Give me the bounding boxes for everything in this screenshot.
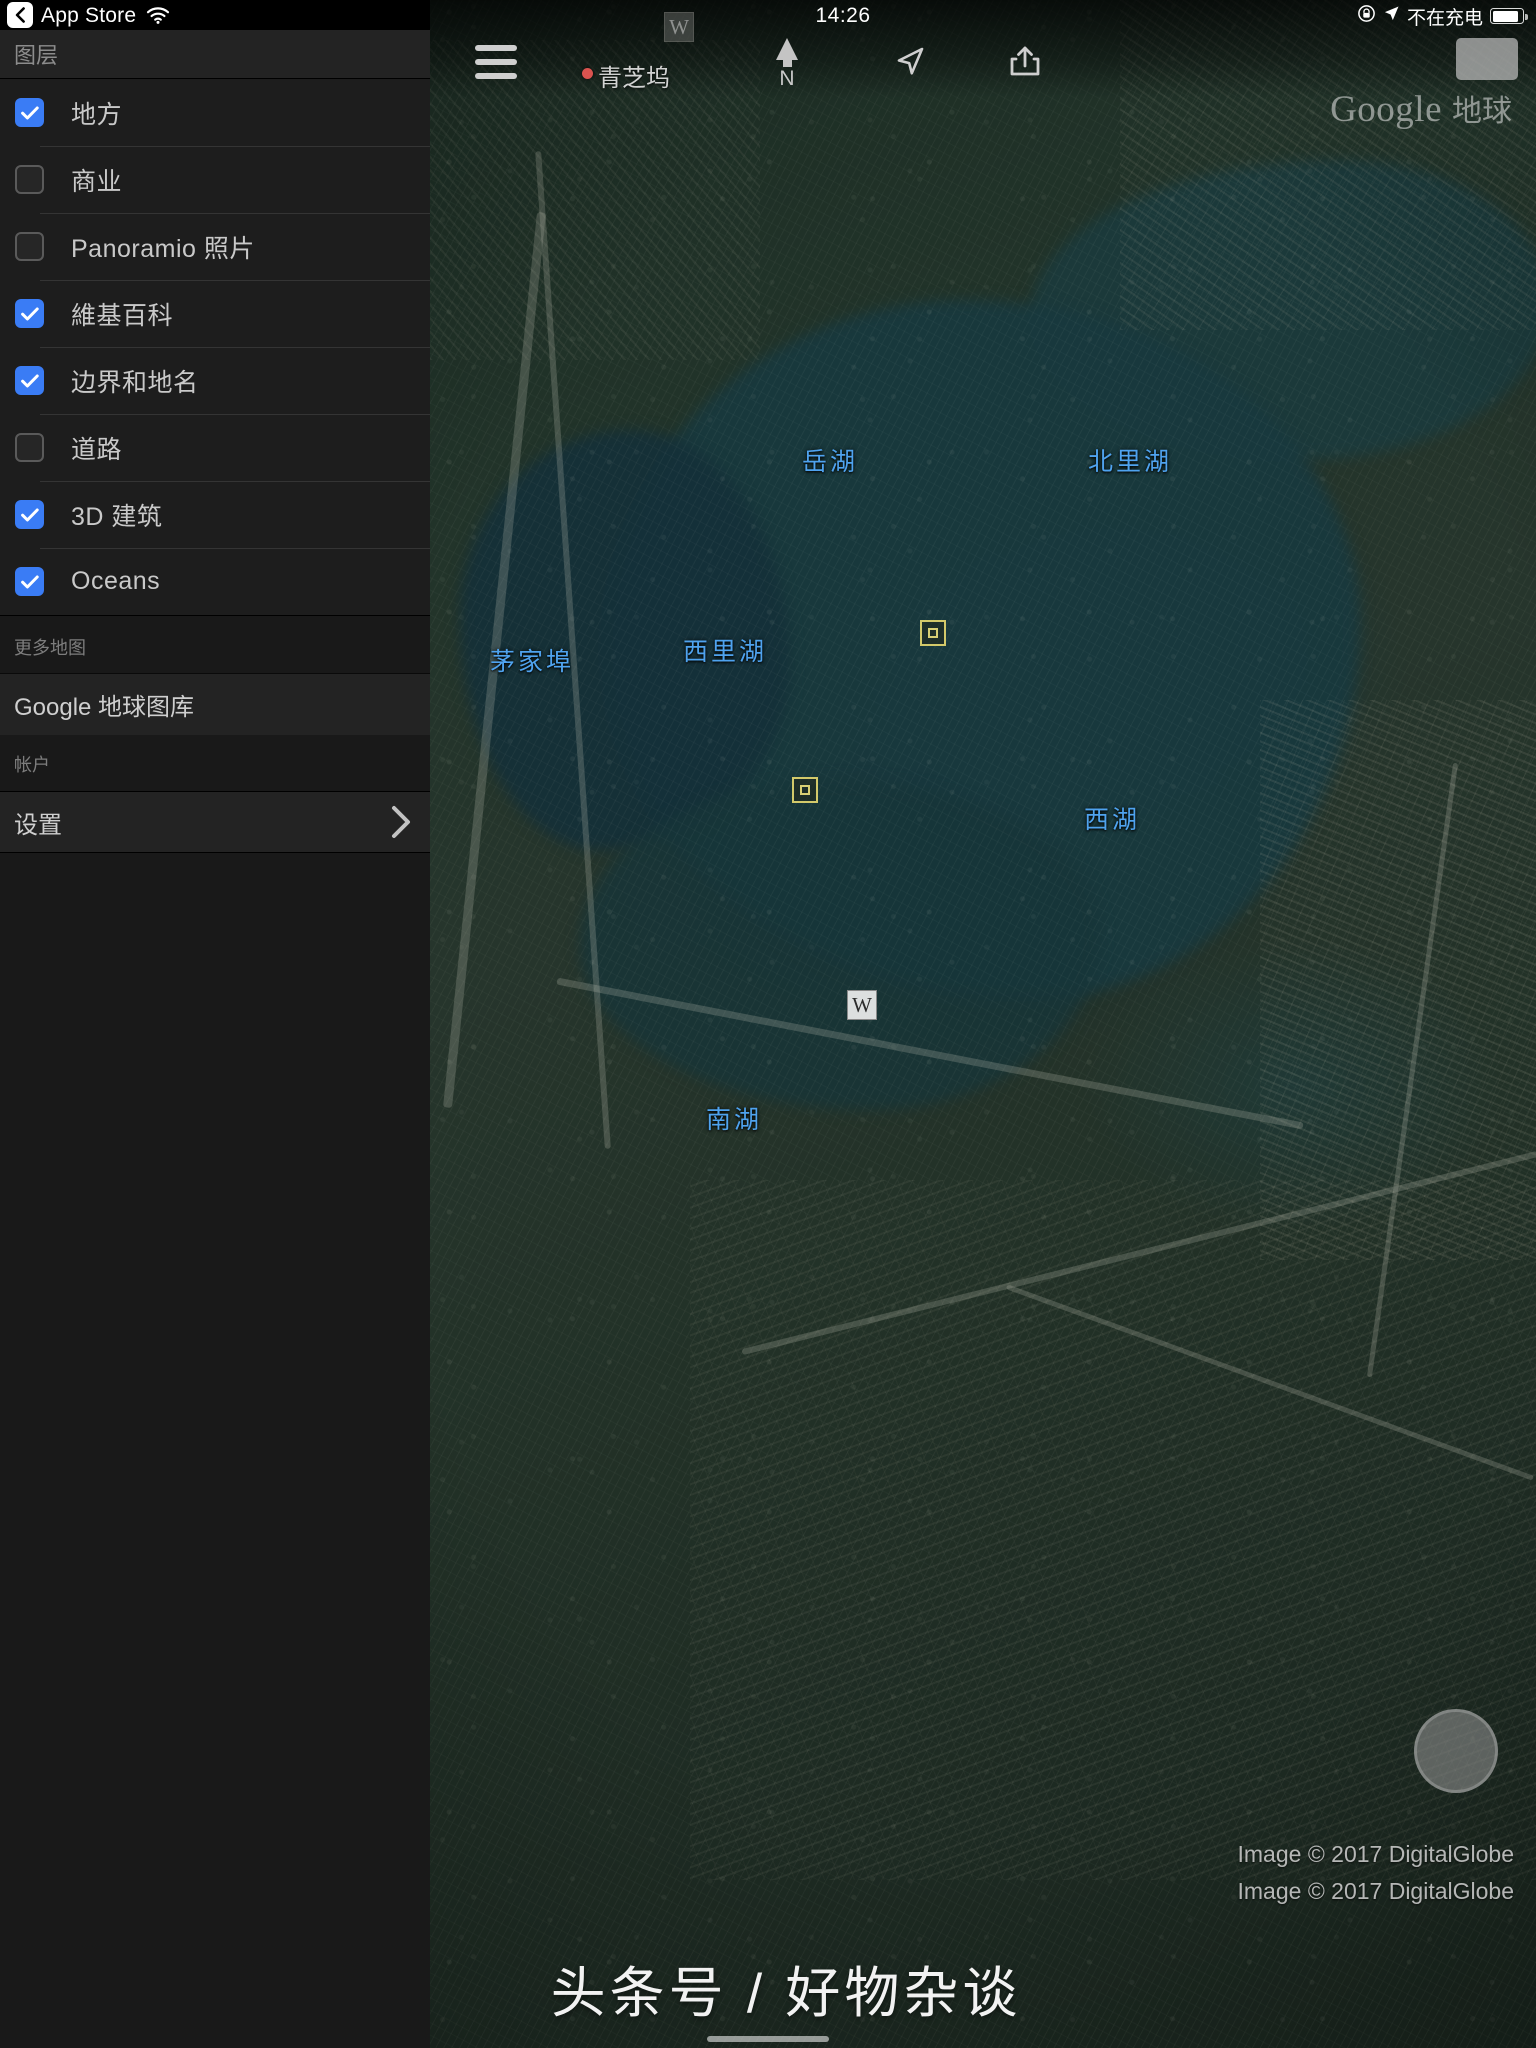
- charging-status-text: 不在充电: [1406, 7, 1483, 29]
- checkbox-places[interactable]: [15, 98, 44, 127]
- layer-row-borders-labels[interactable]: 边界和地名: [0, 347, 430, 414]
- map-label-beilihu: 北里湖: [1088, 448, 1173, 476]
- gallery-title: Google 地球图库: [14, 694, 195, 721]
- checkbox-borders-labels[interactable]: [15, 366, 44, 395]
- account-note: 帐户: [0, 735, 430, 791]
- layer-row-oceans[interactable]: Oceans: [0, 548, 430, 615]
- drawer-empty-space: [0, 853, 430, 2048]
- map-label-yuehu: 岳湖: [802, 448, 859, 476]
- layer-label: Panoramio 照片: [71, 234, 255, 263]
- map-label-xihu: 西湖: [1084, 806, 1141, 834]
- checkbox-oceans[interactable]: [15, 567, 44, 596]
- account-button[interactable]: [1456, 38, 1518, 80]
- drawer-header: 图层: [0, 30, 430, 79]
- tilt-joystick-control[interactable]: [1414, 1709, 1498, 1793]
- poi-marker-icon[interactable]: [792, 777, 818, 803]
- layer-row-3d-buildings[interactable]: 3D 建筑: [0, 481, 430, 548]
- publisher-watermark: 头条号 / 好物杂谈: [550, 1962, 1022, 2024]
- settings-row[interactable]: 设置: [0, 791, 430, 853]
- navigation-arrow-icon[interactable]: [885, 38, 935, 86]
- map-label-nanhu: 南湖: [706, 1106, 763, 1134]
- layer-row-panoramio[interactable]: Panoramio 照片: [0, 213, 430, 280]
- chevron-right-icon: [390, 805, 412, 839]
- layer-row-wikipedia[interactable]: 維基百科: [0, 280, 430, 347]
- location-arrow-icon: [1383, 5, 1400, 28]
- chevron-left-icon[interactable]: [7, 2, 33, 28]
- layer-label: Oceans: [71, 567, 161, 595]
- checkbox-business[interactable]: [15, 165, 44, 194]
- compass-north-icon[interactable]: N: [760, 34, 814, 92]
- wifi-icon: [146, 6, 170, 24]
- layer-label: 商业: [71, 167, 123, 196]
- checkbox-wikipedia[interactable]: [15, 299, 44, 328]
- rotation-lock-icon: [1357, 4, 1376, 29]
- app-screen: App Store 图层 地方 商业 Panoramio 照片 維基百科 边界和…: [0, 0, 1536, 2048]
- share-export-icon[interactable]: [1000, 38, 1050, 86]
- layer-label: 3D 建筑: [71, 502, 163, 531]
- layer-list: 地方 商业 Panoramio 照片 維基百科 边界和地名 道路 3D 建筑 O…: [0, 79, 430, 615]
- compass-north-label: N: [779, 66, 795, 90]
- home-indicator: [707, 2036, 829, 2042]
- more-maps-note: 更多地图: [0, 615, 430, 673]
- checkbox-roads[interactable]: [15, 433, 44, 462]
- checkbox-3d-buildings[interactable]: [15, 500, 44, 529]
- imagery-attribution-line-2: Image © 2017 DigitalGlobe: [1237, 1878, 1515, 1904]
- wikipedia-marker-icon[interactable]: W: [847, 990, 877, 1020]
- imagery-attribution-line-1: Image © 2017 DigitalGlobe: [1237, 1841, 1515, 1867]
- checkbox-panoramio[interactable]: [15, 232, 44, 261]
- map-status-bar: 14:26 不在充电: [430, 0, 1536, 32]
- layer-row-business[interactable]: 商业: [0, 146, 430, 213]
- status-right-cluster: 不在充电: [1357, 0, 1528, 32]
- layer-label: 边界和地名: [71, 368, 199, 397]
- poi-marker-icon[interactable]: [920, 620, 946, 646]
- urban-area-south: [690, 1180, 1536, 1880]
- layer-label: 維基百科: [71, 301, 174, 330]
- map-label-xilihu: 西里湖: [683, 638, 768, 666]
- page-title: 图层: [14, 43, 59, 68]
- back-app-label[interactable]: App Store: [41, 5, 136, 26]
- map-viewport[interactable]: 青芝坞 W 岳湖 北里湖 西里湖 茅家埠 西湖 南湖 W Google 地球 1…: [430, 0, 1536, 2048]
- map-toolbar: N: [430, 32, 1536, 98]
- gallery-section-row[interactable]: Google 地球图库: [0, 673, 430, 735]
- layer-row-places[interactable]: 地方: [0, 79, 430, 146]
- layer-label: 道路: [71, 435, 123, 464]
- layer-label: 地方: [71, 100, 123, 129]
- status-time: 14:26: [815, 4, 871, 27]
- settings-label: 设置: [14, 811, 62, 839]
- layers-drawer: App Store 图层 地方 商业 Panoramio 照片 維基百科 边界和…: [0, 0, 430, 2048]
- layer-row-roads[interactable]: 道路: [0, 414, 430, 481]
- hamburger-menu-icon[interactable]: [472, 40, 520, 84]
- battery-icon: [1490, 8, 1528, 24]
- map-label-maojiabu: 茅家埠: [490, 648, 575, 676]
- ios-status-bar: App Store: [0, 0, 430, 30]
